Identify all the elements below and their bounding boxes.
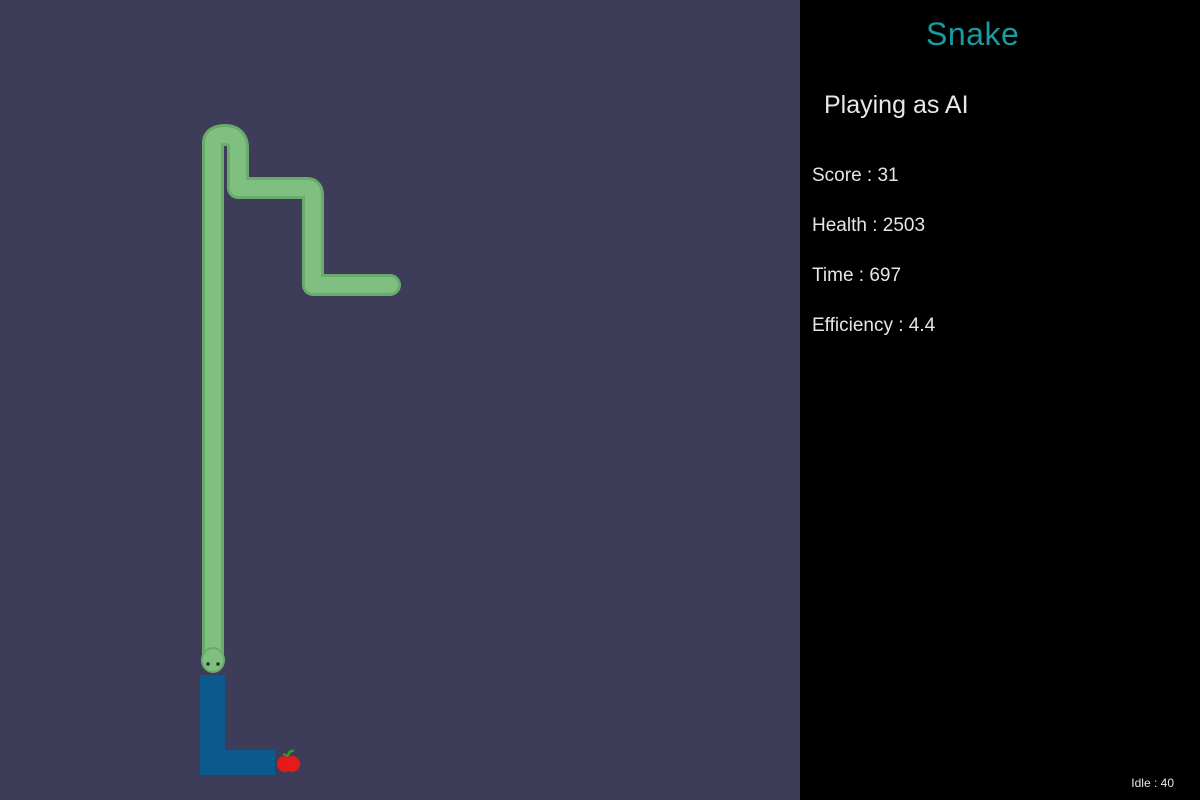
game-board <box>0 0 800 800</box>
snake-head <box>201 647 225 673</box>
board-canvas <box>200 124 401 775</box>
player-mode-label: Playing as AI <box>824 91 969 119</box>
game-title: Snake <box>926 16 1020 52</box>
score-stat: Score : 31 <box>812 165 899 186</box>
snake-eye-left <box>206 662 210 666</box>
idle-counter: Idle : 40 <box>1131 776 1174 790</box>
planned-path-marker <box>200 675 275 775</box>
snake-body <box>205 127 398 668</box>
time-stat: Time : 697 <box>812 265 902 286</box>
snake-body-outline <box>202 124 401 671</box>
health-stat: Health : 2503 <box>812 215 926 236</box>
snake-eye-right <box>216 662 220 666</box>
efficiency-stat: Efficiency : 4.4 <box>812 315 936 336</box>
apple-icon <box>277 749 300 772</box>
info-panel: Snake Playing as AI Score : 31 Health : … <box>800 0 1200 800</box>
game-window: Snake Playing as AI Score : 31 Health : … <box>0 0 1200 800</box>
